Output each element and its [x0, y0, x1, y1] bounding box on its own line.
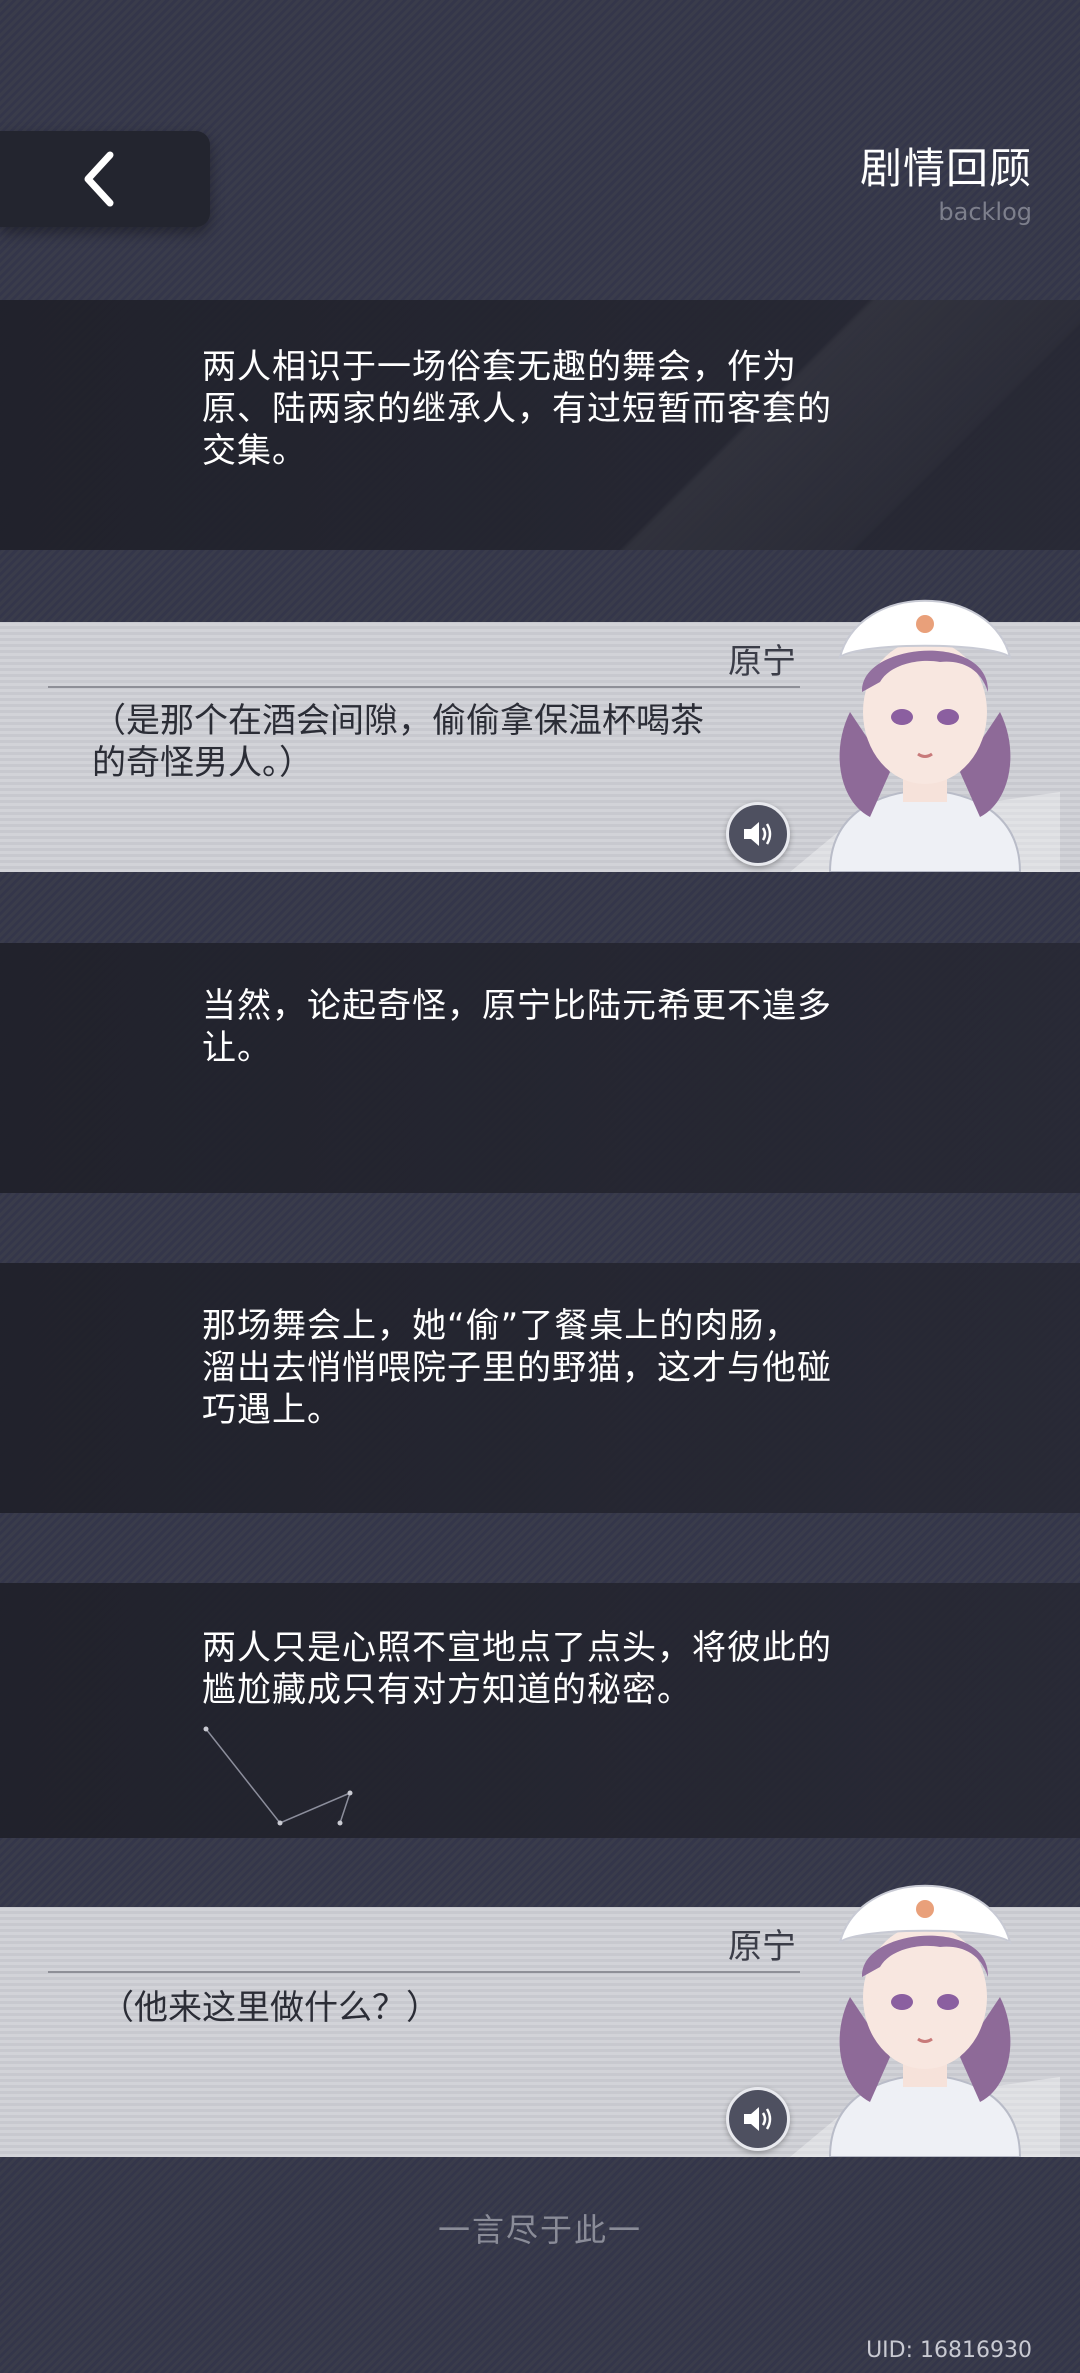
dialog-entry: 原宁 （他来这里做什么？）	[0, 1884, 1080, 2157]
speaker-row: 原宁	[48, 1927, 800, 1973]
narration-line: 巧遇上。	[202, 1390, 342, 1430]
speaker-row: 原宁	[48, 642, 800, 688]
dialog-entry: 原宁 （是那个在酒会间隙，偷偷拿保温杯喝茶 的奇怪男人。）	[0, 599, 1080, 872]
dialog-text: （他来这里做什么？）	[100, 1987, 780, 2029]
character-portrait	[790, 1857, 1060, 2157]
narration-line: 尴尬藏成只有对方知道的秘密。	[202, 1670, 692, 1710]
speaker-icon	[744, 822, 772, 846]
dialog-line: 的奇怪男人。）	[92, 743, 313, 783]
page-title: 剧情回顾	[859, 144, 1032, 193]
narration-line: 交集。	[202, 431, 307, 471]
dialog-line: （是那个在酒会间隙，偷偷拿保温杯喝茶	[92, 701, 704, 741]
narration-line: 当然，论起奇怪，原宁比陆元希更不遑多	[202, 986, 832, 1026]
end-of-log-text: 一言尽于此一	[437, 2211, 642, 2249]
uid-label: UID: 16816930	[866, 2338, 1032, 2363]
backlog-screen: 剧情回顾 backlog 两人相识于一场俗套无趣的舞会，作为 原、陆两家的继承人…	[0, 0, 1080, 2373]
speaker-icon	[744, 2107, 772, 2131]
portrait-illustration	[790, 1884, 1060, 2157]
narration-line: 那场舞会上，她“偷”了餐桌上的肉肠，	[202, 1306, 800, 1346]
narration-entry: 两人相识于一场俗套无趣的舞会，作为 原、陆两家的继承人，有过短暂而客套的 交集。	[0, 300, 1080, 550]
narration-entry: 两人只是心照不宣地点了点头，将彼此的 尴尬藏成只有对方知道的秘密。	[0, 1583, 1080, 1838]
title-block: 剧情回顾 backlog	[859, 144, 1032, 227]
narration-line: 原、陆两家的继承人，有过短暂而客套的	[202, 389, 832, 429]
narration-text: 那场舞会上，她“偷”了餐桌上的肉肠， 溜出去悄悄喂院子里的野猫，这才与他碰 巧遇…	[202, 1305, 880, 1431]
chevron-left-icon	[84, 151, 114, 207]
narration-text: 两人只是心照不宣地点了点头，将彼此的 尴尬藏成只有对方知道的秘密。	[202, 1627, 880, 1711]
narration-line: 让。	[202, 1028, 272, 1068]
voice-replay-button[interactable]	[726, 2087, 790, 2151]
narration-line: 溜出去悄悄喂院子里的野猫，这才与他碰	[202, 1348, 832, 1388]
portrait-illustration	[790, 599, 1060, 872]
narration-text: 两人相识于一场俗套无趣的舞会，作为 原、陆两家的继承人，有过短暂而客套的 交集。	[202, 346, 880, 472]
narration-entry: 当然，论起奇怪，原宁比陆元希更不遑多 让。	[0, 943, 1080, 1193]
page-subtitle: backlog	[938, 198, 1032, 227]
dialog-line: （他来这里做什么？）	[100, 1988, 440, 2028]
narration-text: 当然，论起奇怪，原宁比陆元希更不遑多 让。	[202, 985, 880, 1069]
back-button[interactable]	[0, 131, 210, 227]
constellation-decor	[203, 1726, 353, 1826]
voice-replay-button[interactable]	[726, 802, 790, 866]
dialog-text: （是那个在酒会间隙，偷偷拿保温杯喝茶 的奇怪男人。）	[92, 700, 772, 784]
narration-line: 两人只是心照不宣地点了点头，将彼此的	[202, 1628, 832, 1668]
narration-line: 两人相识于一场俗套无趣的舞会，作为	[202, 347, 797, 387]
narration-entry: 那场舞会上，她“偷”了餐桌上的肉肠， 溜出去悄悄喂院子里的野猫，这才与他碰 巧遇…	[0, 1263, 1080, 1513]
character-portrait	[790, 572, 1060, 872]
